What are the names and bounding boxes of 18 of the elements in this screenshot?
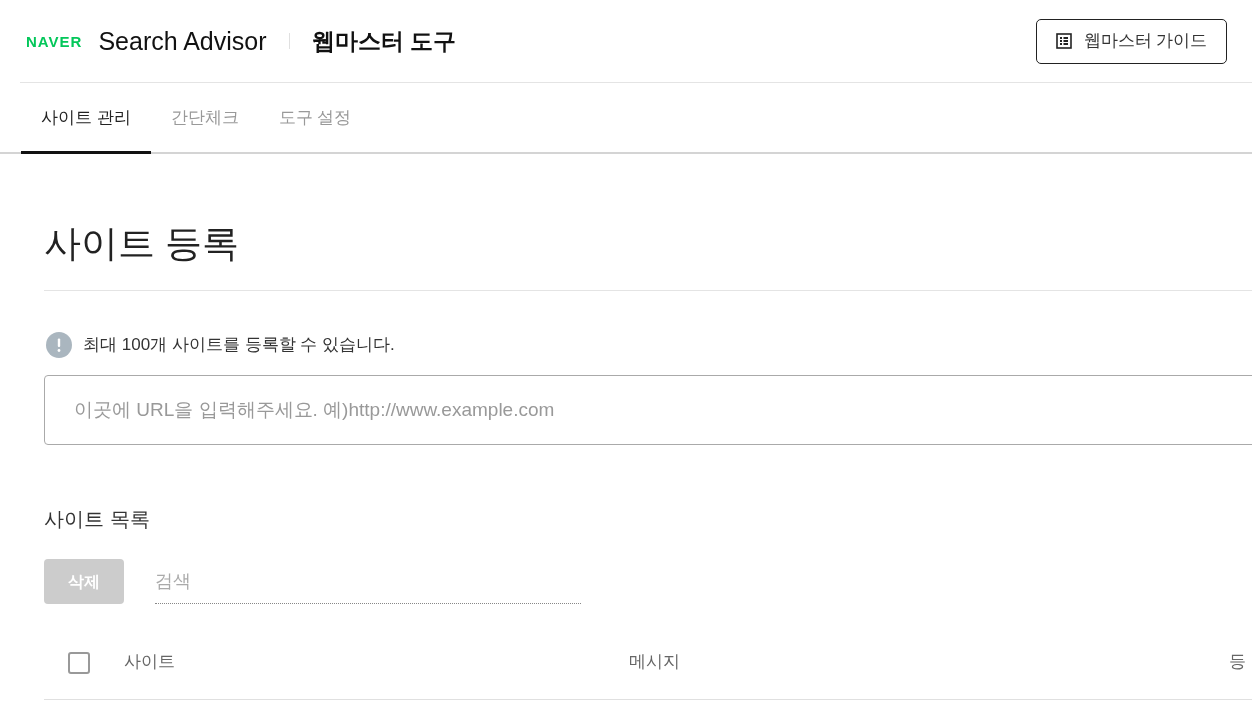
tab[interactable]: 사이트 관리 [21,83,151,154]
webmaster-guide-button[interactable]: 웹마스터 가이드 [1035,18,1227,64]
list-title: 사이트 목록 [44,509,151,529]
tab[interactable]: 간단체크 [150,83,259,154]
select-all-checkbox[interactable] [68,651,90,674]
exclamation-icon [46,332,72,358]
tab[interactable]: 도구 설정 [258,83,372,154]
notice-text: 최대 100개 사이트를 등록할 수 있습니다. [83,334,395,357]
url-input-field[interactable]: 이곳에 URL을 입력해주세요. 예)http://www.example.com [44,375,1252,445]
section-title: 사이트 등록 [44,225,240,262]
page-title: 웹마스터 도구 [311,29,456,53]
column-header: 등 [1229,651,1246,671]
naver-logo[interactable]: NAVER [26,33,83,49]
column-header: 사이트 [124,651,175,671]
list-icon [1055,33,1072,49]
column-header: 메시지 [629,651,680,671]
app-title: Search Advisor [98,28,267,54]
search-field[interactable]: 검색 [155,559,581,604]
